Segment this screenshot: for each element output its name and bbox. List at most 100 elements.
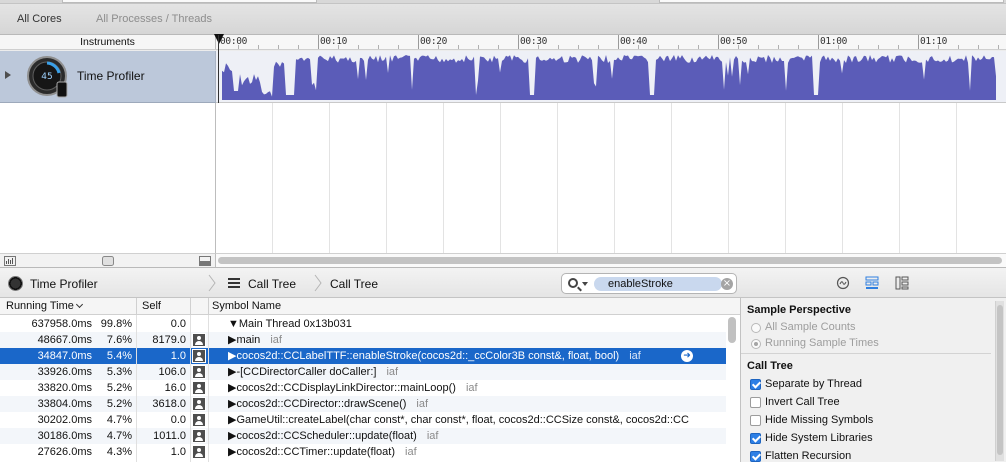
running-time-cell: 637958.0ms <box>31 318 92 330</box>
cpu-usage-graph <box>222 55 996 100</box>
user-code-icon <box>192 365 206 379</box>
checkbox-icon[interactable] <box>750 433 761 444</box>
column-symbol-name[interactable]: Symbol Name <box>212 300 281 312</box>
jump-bar: Time Profiler Call Tree Call Tree enable… <box>0 267 1006 298</box>
option-label: Flatten Recursion <box>765 450 852 462</box>
symbol-text: ▶GameUtil::createLabel(char const*, char… <box>228 414 689 426</box>
call-tree-table[interactable]: Running Time Self Symbol Name 637958.0ms… <box>0 298 741 462</box>
ruler-minor-tick <box>998 45 999 49</box>
disclosure-triangle-icon[interactable] <box>5 71 11 79</box>
breadcrumb-time-profiler[interactable]: Time Profiler <box>30 277 98 291</box>
symbol-name-cell: ▼Main Thread 0x13b031 <box>228 316 352 332</box>
checkbox-icon[interactable] <box>750 397 761 408</box>
scrollbar-thumb[interactable] <box>997 305 1003 455</box>
split-view-icon[interactable] <box>102 256 114 266</box>
percent-cell: 4.7% <box>106 414 132 426</box>
symbol-text: ▶cocos2d::CCDirector::drawScene() <box>228 398 407 410</box>
column-divider <box>208 315 209 462</box>
search-token[interactable]: enableStroke <box>594 277 722 291</box>
time-profiler-small-icon <box>8 276 23 291</box>
grid-line <box>728 103 729 253</box>
playhead-marker[interactable] <box>214 34 224 44</box>
scrollbar-thumb[interactable] <box>218 257 1002 264</box>
library-label: iaf <box>426 430 439 442</box>
radio-selected-icon <box>751 339 761 349</box>
option-label: Hide System Libraries <box>765 432 873 444</box>
toolbar-segment <box>62 0 317 3</box>
symbol-name-cell: ▶main iaf <box>228 332 282 348</box>
search-icon[interactable] <box>568 278 578 288</box>
running-time-cell: 33926.0ms <box>37 366 92 378</box>
user-code-icon <box>192 381 206 395</box>
self-cell: 3618.0 <box>152 398 186 410</box>
grid-line <box>956 103 957 253</box>
detail-panel-icon[interactable] <box>199 256 211 266</box>
instrument-row-time-profiler[interactable]: 45 Time Profiler <box>0 51 216 103</box>
percent-cell: 4.7% <box>106 430 132 442</box>
breadcrumb-call-tree-2[interactable]: Call Tree <box>330 277 378 291</box>
running-time-cell: 30202.0ms <box>37 414 92 426</box>
percent-cell: 5.2% <box>106 382 132 394</box>
running-time-cell: 33820.0ms <box>37 382 92 394</box>
table-row[interactable]: 637958.0ms 99.8% 0.0 ▼Main Thread 0x13b031 <box>0 316 726 332</box>
table-row[interactable]: 33804.0ms 5.2% 3618.0 ▶cocos2d::CCDirector:… <box>0 396 726 412</box>
user-code-icon <box>192 333 206 347</box>
timeline-ruler[interactable]: 00:00 00:10 00:20 00:30 00:40 00:50 01:00 01:10 <box>216 35 1006 50</box>
focus-arrow-icon[interactable]: ➜ <box>681 350 693 362</box>
extended-detail-icon[interactable] <box>895 276 909 290</box>
symbol-name-cell: ▶cocos2d::CCDisplayLinkDirector::mainLoo… <box>228 380 478 396</box>
breadcrumb-call-tree[interactable]: Call Tree <box>248 277 296 291</box>
table-row[interactable]: 30186.0ms 4.7% 1011.0 ▶cocos2d::CCScheduler… <box>0 428 726 444</box>
symbol-name-cell: ▶cocos2d::CCScheduler::update(float) iaf <box>228 428 438 444</box>
self-cell: 0.0 <box>170 414 186 426</box>
inspector-divider <box>741 353 991 354</box>
option-hide-system-libraries[interactable]: Hide System Libraries <box>750 432 873 444</box>
checkbox-icon[interactable] <box>750 451 761 462</box>
all-processes-threads-button[interactable]: All Processes / Threads <box>96 13 212 25</box>
checkbox-icon[interactable] <box>750 379 761 390</box>
option-separate-by-thread[interactable]: Separate by Thread <box>750 378 862 390</box>
column-divider <box>208 298 209 315</box>
symbol-text: ▶cocos2d::CCTimer::update(float) <box>228 446 396 458</box>
percent-cell: 5.3% <box>106 366 132 378</box>
self-cell: 1.0 <box>170 350 186 362</box>
timeline-detail-area[interactable] <box>216 103 1006 253</box>
cpu-usage-area <box>222 55 996 100</box>
symbol-text: ▶cocos2d::CCDisplayLinkDirector::mainLoo… <box>228 382 456 394</box>
record-settings-icon[interactable] <box>836 276 850 290</box>
running-sample-times-radio[interactable]: Running Sample Times <box>751 337 879 349</box>
table-row[interactable]: 30202.0ms 4.7% 0.0 ▶GameUtil::createLabel(c… <box>0 412 726 428</box>
column-self[interactable]: Self <box>142 300 161 312</box>
symbol-name-cell: ▶cocos2d::CCTimer::update(float) iaf <box>228 444 417 460</box>
clear-search-icon[interactable]: × <box>721 278 733 290</box>
table-row[interactable]: 33820.0ms 5.2% 16.0 ▶cocos2d::CCDisplayLink… <box>0 380 726 396</box>
table-row[interactable]: 34847.0ms 5.4% 1.0 ▶cocos2d::CCLabelTTF::en… <box>0 348 726 364</box>
ruler-tick <box>318 35 319 49</box>
column-divider <box>136 298 137 315</box>
cpu-usage-track[interactable] <box>216 51 1006 103</box>
timeline-horizontal-scrollbar[interactable] <box>216 253 1006 267</box>
breadcrumb-chevron-icon <box>314 274 322 292</box>
percent-cell: 5.4% <box>106 350 132 362</box>
symbol-search-field[interactable]: enableStroke × <box>561 273 737 294</box>
table-row[interactable]: 33926.0ms 5.3% 106.0 ▶-[CCDirectorCaller do… <box>0 364 726 380</box>
grid-line <box>557 103 558 253</box>
column-running-time[interactable]: Running Time <box>6 300 83 312</box>
all-sample-counts-radio[interactable]: All Sample Counts <box>751 321 856 333</box>
library-label: iaf <box>629 350 641 362</box>
table-row[interactable]: 48667.0ms 7.6% 8179.0 ▶main iaf <box>0 332 726 348</box>
option-flatten-recursion[interactable]: Flatten Recursion <box>750 450 852 462</box>
table-vertical-scrollbar[interactable] <box>728 317 736 343</box>
all-cores-button[interactable]: All Cores <box>17 13 62 25</box>
option-invert-call-tree[interactable]: Invert Call Tree <box>750 396 840 408</box>
checkbox-icon[interactable] <box>750 415 761 426</box>
inspector-panel: Sample Perspective All Sample Counts Run… <box>741 298 1006 462</box>
ruler-minor-tick <box>498 45 499 49</box>
track-display-icon[interactable] <box>4 256 16 266</box>
display-settings-icon[interactable] <box>865 276 879 290</box>
table-row[interactable]: 27626.0ms 4.3% 1.0 ▶cocos2d::CCTimer::updat… <box>0 444 726 460</box>
search-options-chevron-down-icon[interactable] <box>582 282 588 286</box>
option-hide-missing-symbols[interactable]: Hide Missing Symbols <box>750 414 873 426</box>
inspector-scrollbar[interactable] <box>995 301 1004 461</box>
ruler-minor-tick <box>658 45 659 49</box>
